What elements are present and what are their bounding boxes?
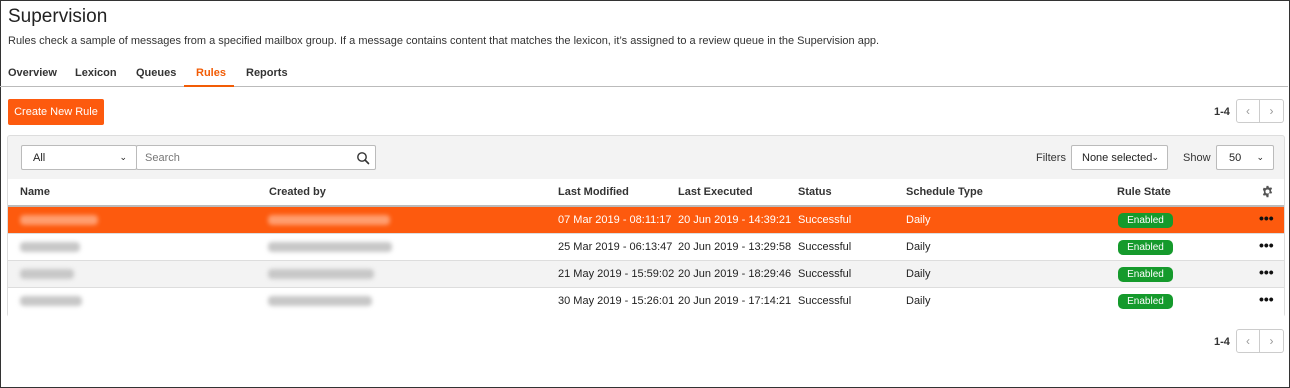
column-header-rule-state[interactable]: Rule State (1117, 186, 1171, 198)
tab-reports[interactable]: Reports (246, 67, 288, 79)
rule-state-badge: Enabled (1118, 294, 1173, 309)
redacted-rule-name (20, 269, 74, 279)
page-size-select[interactable]: 50 ⌄ (1216, 145, 1274, 170)
create-new-rule-button[interactable]: Create New Rule (8, 99, 104, 125)
column-header-last-executed[interactable]: Last Executed (678, 186, 753, 198)
redacted-creator (268, 269, 374, 279)
column-header-status[interactable]: Status (798, 186, 832, 198)
rule-state-badge: Enabled (1118, 213, 1173, 228)
column-header-name[interactable]: Name (20, 186, 50, 198)
status-cell: Successful (798, 295, 852, 307)
search-icon[interactable] (356, 151, 370, 165)
rule-state-badge: Enabled (1118, 267, 1173, 282)
filters-select-value: None selected (1082, 151, 1153, 164)
last-modified-cell: 25 Mar 2019 - 06:13:47 (558, 241, 673, 253)
column-header-last-modified[interactable]: Last Modified (558, 186, 629, 198)
status-cell: Successful (798, 241, 852, 253)
last-executed-cell: 20 Jun 2019 - 18:29:46 (678, 268, 792, 280)
chevron-right-icon: › (1269, 334, 1274, 348)
tab-overview[interactable]: Overview (8, 67, 57, 79)
more-icon[interactable]: ••• (1259, 211, 1274, 225)
last-executed-cell: 20 Jun 2019 - 17:14:21 (678, 295, 792, 307)
pager-count-bottom: 1-4 (1214, 336, 1230, 348)
schedule-type-cell: Daily (906, 268, 931, 280)
filters-label: Filters (1036, 152, 1066, 164)
redacted-rule-name (20, 215, 98, 225)
chevron-down-icon: ⌄ (1151, 152, 1159, 162)
last-executed-cell: 20 Jun 2019 - 14:39:21 (678, 214, 792, 226)
table-row[interactable]: 25 Mar 2019 - 06:13:47 20 Jun 2019 - 13:… (8, 234, 1284, 261)
tab-rules[interactable]: Rules (196, 67, 226, 79)
redacted-rule-name (20, 296, 82, 306)
last-modified-cell: 30 May 2019 - 15:26:01 (558, 295, 675, 307)
redacted-creator (268, 242, 392, 252)
next-page-button-bottom[interactable]: › (1260, 329, 1284, 353)
status-cell: Successful (798, 268, 852, 280)
more-icon[interactable]: ••• (1259, 292, 1274, 306)
rules-panel: All ⌄ Filters None selected ⌄ Show 50 ⌄ … (7, 135, 1285, 317)
column-header-created-by[interactable]: Created by (269, 186, 326, 198)
gear-icon[interactable] (1261, 185, 1274, 198)
status-cell: Successful (798, 214, 852, 226)
schedule-type-cell: Daily (906, 295, 931, 307)
chevron-down-icon: ⌄ (119, 152, 127, 162)
pager-count-top: 1-4 (1214, 106, 1230, 118)
next-page-button-top[interactable]: › (1260, 99, 1284, 123)
tab-lexicon[interactable]: Lexicon (75, 67, 117, 79)
page-size-value: 50 (1229, 151, 1242, 164)
redacted-creator (268, 215, 390, 225)
active-tab-indicator (184, 85, 234, 87)
chevron-left-icon: ‹ (1246, 104, 1250, 118)
scope-select[interactable]: All ⌄ (21, 145, 137, 170)
column-header-schedule-type[interactable]: Schedule Type (906, 186, 983, 198)
page-title: Supervision (8, 6, 108, 27)
schedule-type-cell: Daily (906, 241, 931, 253)
rules-table: Name Created by Last Modified Last Execu… (8, 179, 1284, 317)
filters-select[interactable]: None selected ⌄ (1071, 145, 1168, 170)
tab-bar: Overview Lexicon Queues Rules Reports (0, 60, 1288, 87)
rule-state-badge: Enabled (1118, 240, 1173, 255)
chevron-left-icon: ‹ (1246, 334, 1250, 348)
show-label: Show (1183, 152, 1211, 164)
chevron-right-icon: › (1269, 104, 1274, 118)
tab-queues[interactable]: Queues (136, 67, 176, 79)
scope-select-value: All (33, 151, 46, 164)
more-icon[interactable]: ••• (1259, 265, 1274, 279)
page-description: Rules check a sample of messages from a … (8, 35, 880, 47)
schedule-type-cell: Daily (906, 214, 931, 226)
redacted-creator (268, 296, 372, 306)
last-modified-cell: 21 May 2019 - 15:59:02 (558, 268, 675, 280)
last-modified-cell: 07 Mar 2019 - 08:11:17 (558, 214, 672, 226)
more-icon[interactable]: ••• (1259, 238, 1274, 252)
prev-page-button-bottom[interactable]: ‹ (1236, 329, 1260, 353)
redacted-rule-name (20, 242, 80, 252)
prev-page-button-top[interactable]: ‹ (1236, 99, 1260, 123)
search-box (136, 145, 376, 170)
table-row[interactable]: 30 May 2019 - 15:26:01 20 Jun 2019 - 17:… (8, 288, 1284, 315)
search-input[interactable] (145, 150, 345, 165)
table-row[interactable]: 07 Mar 2019 - 08:11:17 20 Jun 2019 - 14:… (8, 207, 1284, 234)
chevron-down-icon: ⌄ (1256, 152, 1264, 162)
last-executed-cell: 20 Jun 2019 - 13:29:58 (678, 241, 792, 253)
table-row[interactable]: 21 May 2019 - 15:59:02 20 Jun 2019 - 18:… (8, 261, 1284, 288)
